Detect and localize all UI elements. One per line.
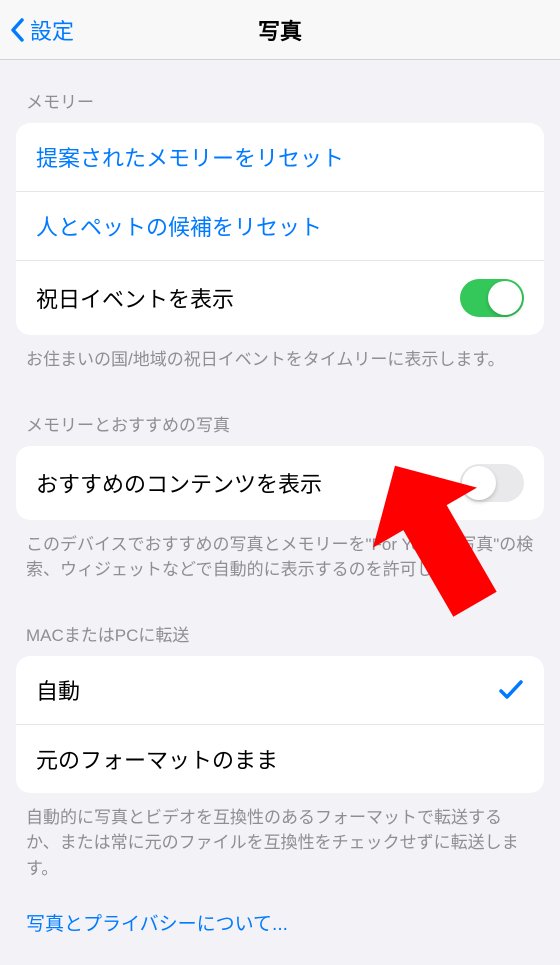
- group-transfer: 自動 元のフォーマットのまま: [16, 656, 544, 793]
- section-header-transfer: MACまたはPCに転送: [0, 593, 560, 656]
- section-footer-transfer: 自動的に写真とビデオを互換性のあるフォーマットで転送するか、または常に元のファイ…: [0, 793, 560, 892]
- recommended-toggle[interactable]: [460, 464, 524, 502]
- back-label: 設定: [30, 14, 74, 46]
- checkmark-icon: [498, 677, 524, 703]
- reset-memories-row[interactable]: 提案されたメモリーをリセット: [16, 123, 544, 191]
- section-header-recommended: メモリーとおすすめの写真: [0, 383, 560, 446]
- reset-people-label: 人とペットの候補をリセット: [36, 210, 322, 242]
- privacy-link[interactable]: 写真とプライバシーについて...: [0, 891, 560, 954]
- group-memory: 提案されたメモリーをリセット 人とペットの候補をリセット 祝日イベントを表示: [16, 123, 544, 335]
- group-recommended: おすすめのコンテンツを表示: [16, 446, 544, 520]
- show-recommended-row: おすすめのコンテンツを表示: [16, 446, 544, 520]
- toggle-knob: [488, 281, 522, 315]
- transfer-original-row[interactable]: 元のフォーマットのまま: [16, 724, 544, 793]
- show-holidays-row: 祝日イベントを表示: [16, 260, 544, 335]
- transfer-auto-row[interactable]: 自動: [16, 656, 544, 724]
- toggle-knob: [462, 466, 496, 500]
- section-header-memory: メモリー: [0, 60, 560, 123]
- nav-bar: 設定 写真: [0, 0, 560, 60]
- transfer-auto-label: 自動: [36, 674, 80, 706]
- section-footer-memory: お住まいの国/地域の祝日イベントをタイムリーに表示します。: [0, 335, 560, 383]
- show-holidays-label: 祝日イベントを表示: [36, 282, 234, 314]
- page-title: 写真: [258, 14, 302, 46]
- section-footer-recommended: このデバイスでおすすめの写真とメモリーを"For You"、"写真"の検索、ウィ…: [0, 520, 560, 593]
- transfer-original-label: 元のフォーマットのまま: [36, 743, 278, 775]
- chevron-left-icon: [10, 18, 24, 42]
- reset-people-row[interactable]: 人とペットの候補をリセット: [16, 191, 544, 260]
- show-recommended-label: おすすめのコンテンツを表示: [36, 467, 322, 499]
- back-button[interactable]: 設定: [10, 14, 74, 46]
- reset-memories-label: 提案されたメモリーをリセット: [36, 141, 344, 173]
- show-holidays-toggle[interactable]: [460, 279, 524, 317]
